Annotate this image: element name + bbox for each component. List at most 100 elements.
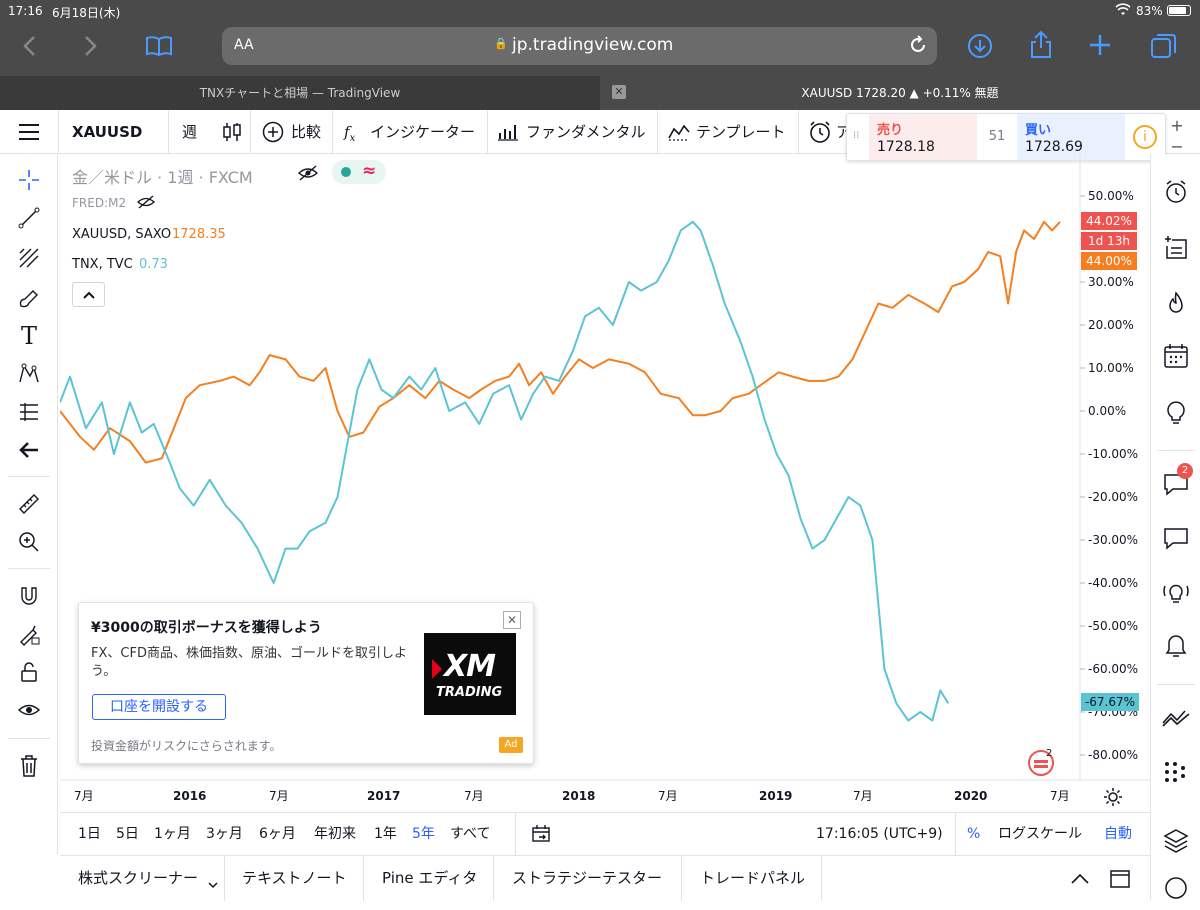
xm-logo[interactable]: XM TRADING [424,633,516,715]
text-tool-icon[interactable]: T [0,316,58,356]
close-tab-icon[interactable]: ✕ [612,85,626,99]
maximize-panel-icon[interactable] [1110,870,1130,892]
tab-xauusd[interactable]: ✕ XAUUSD 1728.20 ▲ +0.11% 無題 [600,76,1200,110]
range-ytd[interactable]: 年初来 [314,813,356,855]
tnx-percent-badge: -67.67% [1081,693,1139,711]
info-icon[interactable]: i [1133,125,1157,149]
bookmarks-icon[interactable] [145,35,173,61]
brush-icon[interactable] [0,278,58,318]
zoom-icon[interactable] [0,522,58,562]
prediction-icon[interactable] [0,392,58,432]
range-all[interactable]: すべて [450,813,490,855]
forward-icon[interactable] [80,34,100,62]
indicators-button[interactable]: インジケーター [370,110,475,154]
eye-icon[interactable] [0,690,58,730]
calendar-icon[interactable] [1151,334,1200,378]
gold-series-line [60,220,1061,464]
download-icon[interactable] [966,32,994,64]
log-scale-button[interactable]: ログスケール [998,813,1082,855]
x-tick-label: 2017 [367,789,400,803]
open-account-button[interactable]: 口座を開設する [92,694,226,720]
tab-trading-panel[interactable]: トレードパネル [700,856,805,901]
reader-aa[interactable]: AA [234,37,254,53]
streams-icon[interactable] [1151,570,1200,614]
chevron-up-icon[interactable] [1070,871,1090,890]
tab-pine-editor[interactable]: Pine エディタ [382,856,477,901]
interval-button[interactable]: 週 [182,110,197,154]
countdown-badge: 1d 13h [1081,232,1137,250]
tab-strategy-tester[interactable]: ストラテジーテスター [512,856,662,901]
ad-close-icon[interactable]: ✕ [503,611,521,629]
layers-icon[interactable] [1151,818,1200,862]
hotlist-fire-icon[interactable] [1151,282,1200,326]
range-5y[interactable]: 5年 [412,813,435,855]
hide-eye-icon[interactable] [297,164,319,186]
ruler-icon[interactable] [0,484,58,524]
dom-icon[interactable] [1151,696,1200,740]
templates-button[interactable]: テンプレート [696,110,786,154]
alert-clock-icon[interactable] [808,120,832,148]
tabs-icon[interactable] [1150,32,1178,64]
trend-line-icon[interactable] [0,198,58,238]
collapse-legend-button[interactable] [72,282,105,307]
zoom-in-icon[interactable]: + [1167,116,1187,135]
object-tree-icon[interactable] [1151,750,1200,794]
unlock-icon[interactable] [0,652,58,692]
range-1y[interactable]: 1年 [374,813,397,855]
templates-icon[interactable] [668,123,690,145]
notifications-bell-icon[interactable] [1151,624,1200,668]
range-3m[interactable]: 3ヶ月 [206,813,243,855]
ad-tag: Ad [499,737,523,753]
hide-toolbar-arrow-icon[interactable] [0,430,58,470]
trash-icon[interactable] [0,746,58,786]
fundamentals-icon[interactable] [498,123,518,145]
fundamentals-button[interactable]: ファンダメンタル [526,110,646,154]
chevron-down-icon[interactable] [208,874,218,893]
indicators-icon[interactable]: fx [344,110,355,154]
ad-body: FX、CFD商品、株価指数、原油、ゴールドを取引しよう。 [91,646,407,679]
tab-stock-screener[interactable]: 株式スクリーナー [78,856,198,901]
y-tick-label: -30.00% [1088,533,1138,547]
range-6m[interactable]: 6ヶ月 [259,813,296,855]
back-icon[interactable] [20,34,40,62]
address-bar[interactable]: AA 🔒 jp.tradingview.com [222,27,937,65]
range-1m[interactable]: 1ヶ月 [154,813,191,855]
symbol-search[interactable]: XAUUSD [72,110,142,154]
pattern-icon[interactable] [0,354,58,394]
drag-handle-icon[interactable]: ⁞⁞ [853,130,859,141]
crosshair-icon[interactable] [0,160,58,200]
clock-readout[interactable]: 17:16:05 (UTC+9) [816,813,943,855]
private-chat-icon[interactable] [1151,516,1200,560]
fib-icon[interactable] [0,238,58,278]
tab-tnx[interactable]: TNXチャートと相場 — TradingView [0,76,600,110]
compare-icon[interactable] [262,121,284,147]
y-tick-label: 0.00% [1088,404,1126,418]
percent-scale-button[interactable]: % [967,813,980,855]
chart-settings-icon[interactable] [1103,787,1123,811]
ideas-bulb-icon[interactable] [1151,390,1200,434]
tab-text-notes[interactable]: テキストノート [242,856,347,901]
candles-icon[interactable] [222,120,242,148]
url-text[interactable]: jp.tradingview.com [512,35,673,55]
menu-icon[interactable] [18,122,40,146]
auto-scale-button[interactable]: 自動 [1104,813,1132,855]
new-tab-icon[interactable] [1088,33,1112,61]
reload-icon[interactable] [908,34,928,60]
chart-area[interactable]: 50.00%40.00%30.00%20.00%10.00%0.00%-10.0… [60,154,1150,854]
share-icon[interactable] [1028,30,1054,64]
y-tick-label: 20.00% [1088,318,1134,332]
y-tick-label: -80.00% [1088,748,1138,762]
magnet-icon[interactable] [0,576,58,616]
range-5d[interactable]: 5日 [116,813,139,855]
alarm-clock-icon[interactable] [1151,170,1200,214]
battery-percent: 83% [1136,4,1163,18]
fred-hidden-icon[interactable] [136,194,156,214]
help-icon[interactable] [1151,866,1200,910]
compare-button[interactable]: 比較 [291,110,321,154]
watchlist-icon[interactable] [1151,226,1200,270]
y-tick-label: -40.00% [1088,576,1138,590]
lock-drawing-icon[interactable] [0,614,58,654]
range-1d[interactable]: 1日 [78,813,101,855]
market-status[interactable]: ≈ [332,160,386,184]
go-to-date-icon[interactable] [531,824,551,848]
